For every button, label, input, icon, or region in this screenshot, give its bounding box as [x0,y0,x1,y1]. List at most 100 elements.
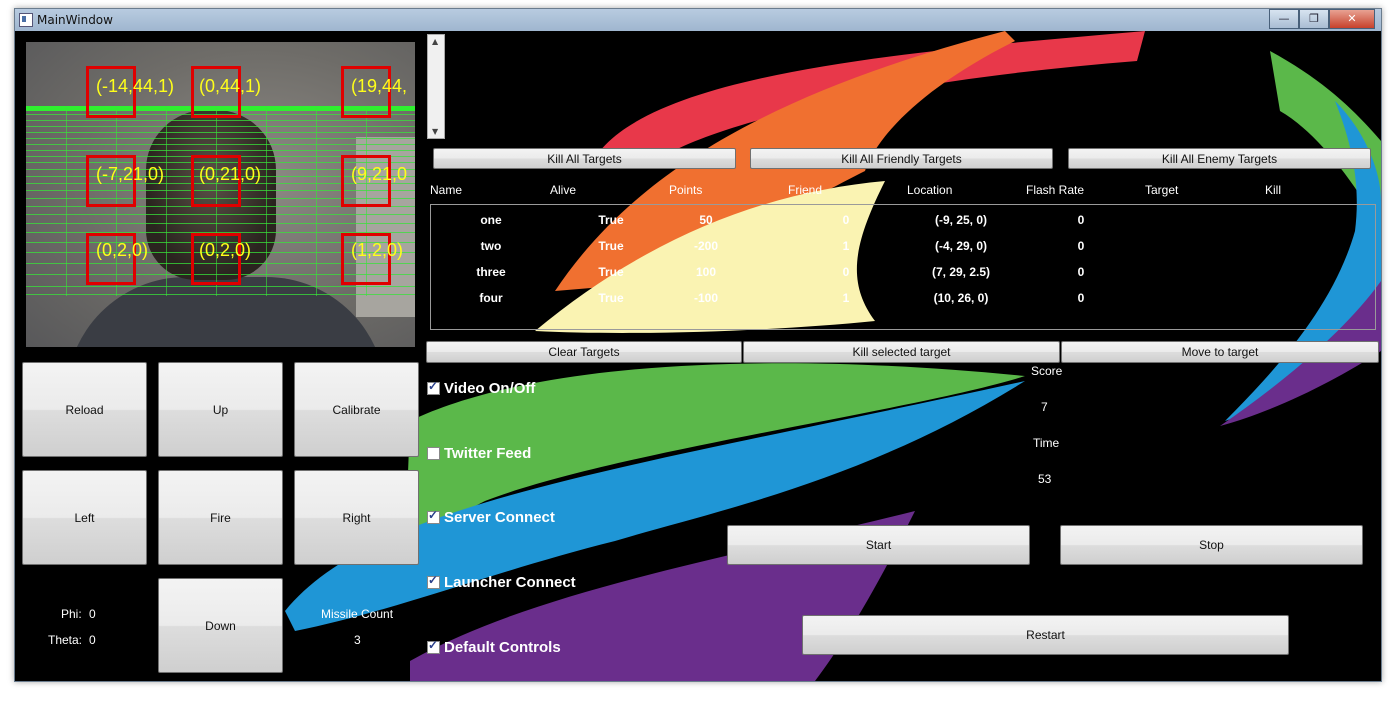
table-cell-friend: 1 [842,291,850,305]
table-cell-location: (-4, 29, 0) [934,239,988,253]
stop-button[interactable]: Stop [1060,525,1363,565]
column-header-kill[interactable]: Kill [1265,183,1281,197]
video-toggle-checkbox[interactable]: Video On/Off [427,379,536,397]
table-row[interactable]: one True 50 0 (-9, 25, 0) 0 [431,213,1375,233]
reload-button[interactable]: Reload [22,362,147,457]
default-controls-checkbox[interactable]: Default Controls [427,638,561,656]
left-button[interactable]: Left [22,470,147,565]
score-value: 7 [1041,400,1048,414]
scroll-down-arrow-icon[interactable]: ▼ [432,127,438,136]
grid-line [26,294,415,295]
kill-all-friendly-button[interactable]: Kill All Friendly Targets [750,148,1053,169]
grid-line [316,106,317,296]
move-to-target-button[interactable]: Move to target [1061,341,1379,363]
target-coord-label: (0,44,1) [199,76,262,96]
grid-line [26,144,415,145]
server-connect-checkbox[interactable]: Server Connect [427,508,555,526]
grid-line [26,138,415,139]
column-header-location[interactable]: Location [907,183,952,197]
title-bar[interactable]: MainWindow — ❐ ✕ [15,9,1381,31]
target-coord-label: (9,21,0 [351,164,408,184]
clear-targets-button[interactable]: Clear Targets [426,341,742,363]
window-title: MainWindow [37,13,113,27]
column-header-flash-rate[interactable]: Flash Rate [1026,183,1084,197]
table-cell-flash: 0 [1077,291,1085,305]
grid-line [26,126,415,127]
column-header-target[interactable]: Target [1145,183,1178,197]
video-feed: (-14,44,1) (0,44,1) (19,44, (-7,21,0) (0… [26,42,415,347]
checkbox-label: Launcher Connect [444,574,576,591]
close-button[interactable]: ✕ [1329,9,1375,29]
checkbox-label: Default Controls [444,639,561,656]
table-cell-flash: 0 [1077,239,1085,253]
table-cell-points: -200 [693,239,719,253]
column-header-alive[interactable]: Alive [550,183,576,197]
table-cell-location: (10, 26, 0) [933,291,989,305]
target-coord-label: (1,2,0) [351,240,404,260]
table-cell-location: (7, 29, 2.5) [931,265,991,279]
grid-line [66,106,67,296]
column-header-points[interactable]: Points [669,183,702,197]
time-value: 53 [1038,472,1052,486]
checkbox-unchecked-icon[interactable] [427,447,440,460]
target-coord-label: (0,21,0) [199,164,262,184]
target-coord-label: (0,2,0) [96,240,149,260]
time-label: Time [1033,436,1060,450]
grid-line [26,150,415,151]
checkbox-checked-icon[interactable] [427,573,440,589]
theta-label: Theta: [48,633,83,647]
target-coord-label: (19,44, [351,76,408,96]
calibrate-button[interactable]: Calibrate [294,362,419,457]
table-cell-name: four [479,291,503,305]
main-window: MainWindow — ❐ ✕ (-14,44,1) (0,44,1) (19… [14,8,1382,682]
table-cell-name: three [476,265,506,279]
table-cell-flash: 0 [1077,213,1085,227]
video-person-body [66,277,386,347]
target-coord-label: (-14,44,1) [96,76,175,96]
launcher-connect-checkbox[interactable]: Launcher Connect [427,573,576,591]
column-header-name[interactable]: Name [430,183,462,197]
right-button[interactable]: Right [294,470,419,565]
checkbox-label: Server Connect [444,509,555,526]
fire-button[interactable]: Fire [158,470,283,565]
start-button[interactable]: Start [727,525,1030,565]
restart-button[interactable]: Restart [802,615,1289,655]
scrollbar[interactable]: ▲ ▼ [427,34,445,139]
twitter-feed-checkbox[interactable]: Twitter Feed [427,445,531,462]
table-cell-name: one [480,213,502,227]
kill-all-enemy-button[interactable]: Kill All Enemy Targets [1068,148,1371,169]
kill-selected-target-button[interactable]: Kill selected target [743,341,1060,363]
down-button[interactable]: Down [158,578,283,673]
missile-count-value: 3 [354,633,361,647]
maximize-button[interactable]: ❐ [1299,9,1329,29]
table-cell-friend: 0 [842,265,850,279]
kill-all-targets-button[interactable]: Kill All Targets [433,148,736,169]
targets-table[interactable]: one True 50 0 (-9, 25, 0) 0 two True -200 1 (-4, 2… [430,204,1376,330]
grid-line [166,106,167,296]
window-controls: — ❐ ✕ [1269,9,1375,29]
table-cell-location: (-9, 25, 0) [934,213,988,227]
checkbox-label: Video On/Off [444,380,536,397]
column-header-friend[interactable]: Friend [788,183,822,197]
table-cell-friend: 0 [842,213,850,227]
table-cell-points: 100 [695,265,717,279]
grid-line [26,132,415,133]
minimize-button[interactable]: — [1269,9,1299,29]
checkbox-checked-icon[interactable] [427,508,440,524]
phi-value: 0 [89,607,96,621]
grid-line [26,223,415,224]
table-row[interactable]: two True -200 1 (-4, 29, 0) 0 [431,239,1375,259]
up-button[interactable]: Up [158,362,283,457]
target-coord-label: (-7,21,0) [96,164,165,184]
table-cell-name: two [480,239,502,253]
scroll-up-arrow-icon[interactable]: ▲ [432,37,438,46]
table-row[interactable]: three True 100 0 (7, 29, 2.5) 0 [431,265,1375,285]
client-area: (-14,44,1) (0,44,1) (19,44, (-7,21,0) (0… [15,31,1381,681]
table-row[interactable]: four True -100 1 (10, 26, 0) 0 [431,291,1375,311]
checkbox-checked-icon[interactable] [427,638,440,654]
table-cell-points: -100 [693,291,719,305]
table-cell-flash: 0 [1077,265,1085,279]
grid-line [26,120,415,121]
checkbox-checked-icon[interactable] [427,379,440,395]
missile-count-label: Missile Count [321,607,394,621]
